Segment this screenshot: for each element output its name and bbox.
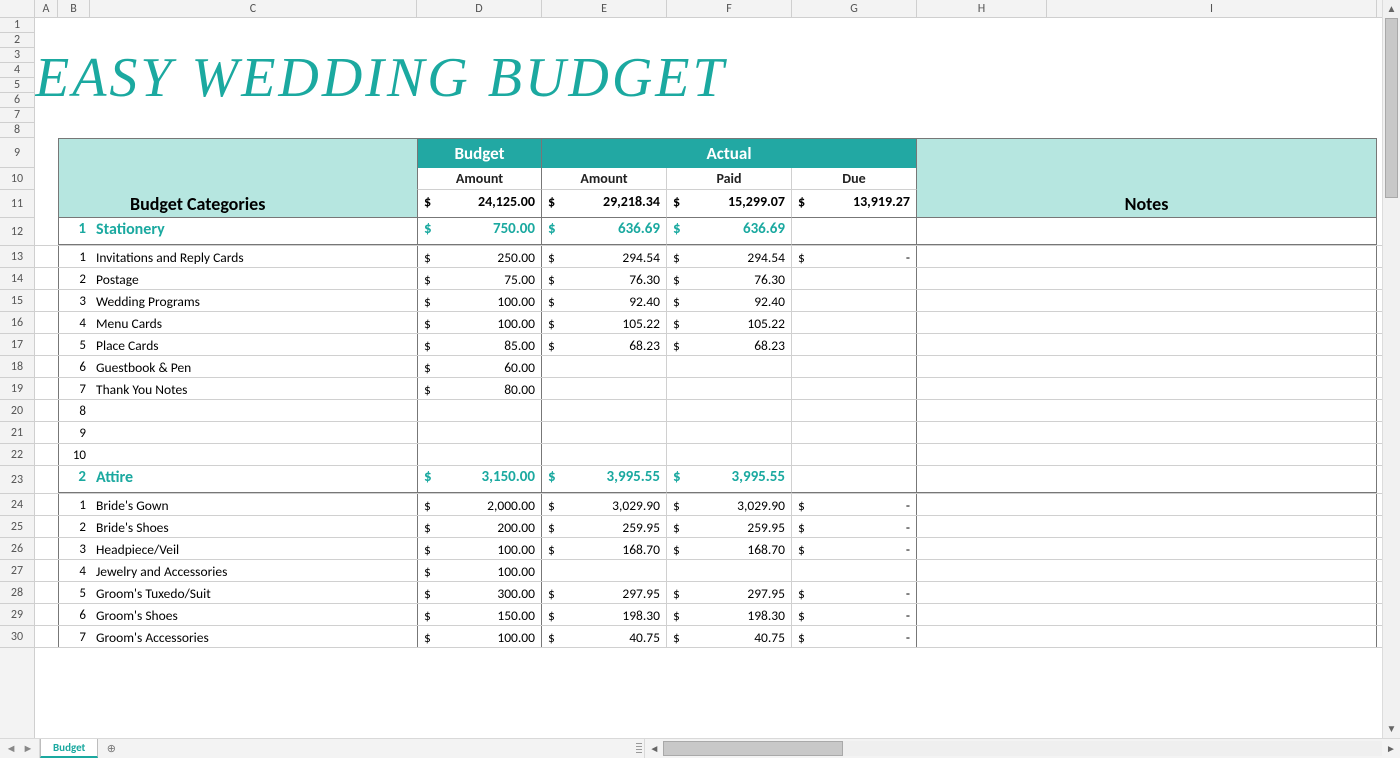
line-item-row[interactable]: 9 <box>35 422 1382 444</box>
col-header-G[interactable]: G <box>792 0 917 17</box>
select-all-corner[interactable] <box>0 0 35 18</box>
line-item-row[interactable]: 6 Groom's Shoes $150.00 $198.30 $198.30 … <box>35 604 1382 626</box>
actual-amount-header: Amount <box>542 168 667 190</box>
row-header-18[interactable]: 18 <box>0 356 34 378</box>
tab-nav-next-icon[interactable]: ► <box>23 742 34 755</box>
line-item-row[interactable]: 6 Guestbook & Pen $60.00 <box>35 356 1382 378</box>
horizontal-scrollbar[interactable]: ◄ ► <box>644 739 1400 758</box>
row-header-29[interactable]: 29 <box>0 604 34 626</box>
row-header-9[interactable]: 9 <box>0 138 34 168</box>
tab-nav-prev-icon[interactable]: ◄ <box>6 742 17 755</box>
actual-paid-header: Paid <box>667 168 792 190</box>
row-header-12[interactable]: 12 <box>0 218 34 246</box>
column-headers: A B C D E F G H I J <box>35 0 1382 18</box>
line-item-row[interactable]: 7 Thank You Notes $80.00 <box>35 378 1382 400</box>
spreadsheet-app: A B C D E F G H I J 12345678910111213141… <box>0 0 1400 758</box>
actual-due-header: Due <box>792 168 917 190</box>
row-header-11[interactable]: 11 <box>0 190 34 218</box>
row-header-20[interactable]: 20 <box>0 400 34 422</box>
data-rows: 1 Stationery $750.00 $636.69 $636.69 1 I… <box>35 218 1382 648</box>
row-header-21[interactable]: 21 <box>0 422 34 444</box>
col-header-C[interactable]: C <box>90 0 417 17</box>
sheet-tab-budget[interactable]: Budget <box>40 739 98 758</box>
tab-split-handle[interactable] <box>636 743 642 755</box>
row-header-5[interactable]: 5 <box>0 78 34 93</box>
line-item-row[interactable]: 8 <box>35 400 1382 422</box>
row-header-17[interactable]: 17 <box>0 334 34 356</box>
line-item-row[interactable]: 5 Groom's Tuxedo/Suit $300.00 $297.95 $2… <box>35 582 1382 604</box>
row-header-15[interactable]: 15 <box>0 290 34 312</box>
tab-nav[interactable]: ◄ ► <box>0 739 40 758</box>
row-header-26[interactable]: 26 <box>0 538 34 560</box>
scroll-up-button[interactable]: ▲ <box>1383 0 1400 18</box>
row-header-27[interactable]: 27 <box>0 560 34 582</box>
scroll-right-button[interactable]: ► <box>1382 739 1400 758</box>
col-header-F[interactable]: F <box>667 0 792 17</box>
col-header-A[interactable]: A <box>35 0 58 17</box>
col-header-I[interactable]: I <box>1047 0 1377 17</box>
category-row[interactable]: 1 Stationery $750.00 $636.69 $636.69 <box>35 218 1382 246</box>
line-item-row[interactable]: 2 Bride's Shoes $200.00 $259.95 $259.95 … <box>35 516 1382 538</box>
total-due: 13,919.27 <box>853 193 910 210</box>
actual-column-header: Actual <box>542 138 917 168</box>
row-header-24[interactable]: 24 <box>0 494 34 516</box>
row-header-16[interactable]: 16 <box>0 312 34 334</box>
budget-amount-header: Amount <box>417 168 542 190</box>
line-item-row[interactable]: 5 Place Cards $85.00 $68.23 $68.23 <box>35 334 1382 356</box>
notes-label: Notes <box>917 190 1377 218</box>
row-header-7[interactable]: 7 <box>0 108 34 123</box>
title-row: EASY WEDDING BUDGET <box>35 18 1382 138</box>
col-header-D[interactable]: D <box>417 0 542 17</box>
row-header-13[interactable]: 13 <box>0 246 34 268</box>
col-header-H[interactable]: H <box>917 0 1047 17</box>
line-item-row[interactable]: 1 Bride's Gown $2,000.00 $3,029.90 $3,02… <box>35 494 1382 516</box>
scroll-down-button[interactable]: ▼ <box>1383 720 1400 738</box>
sheet-body: EASY WEDDING BUDGET Budget Actual <box>35 18 1382 738</box>
line-item-row[interactable]: 3 Wedding Programs $100.00 $92.40 $92.40 <box>35 290 1382 312</box>
row-header-8[interactable]: 8 <box>0 123 34 138</box>
row-header-6[interactable]: 6 <box>0 93 34 108</box>
total-actual-amount: 29,218.34 <box>603 193 660 210</box>
row-header-25[interactable]: 25 <box>0 516 34 538</box>
scroll-left-button[interactable]: ◄ <box>645 739 663 758</box>
add-sheet-button[interactable]: ⊕ <box>98 739 124 758</box>
line-item-row[interactable]: 3 Headpiece/Veil $100.00 $168.70 $168.70… <box>35 538 1382 560</box>
document-title: EASY WEDDING BUDGET <box>35 46 727 110</box>
line-item-row[interactable]: 2 Postage $75.00 $76.30 $76.30 <box>35 268 1382 290</box>
line-item-row[interactable]: 4 Jewelry and Accessories $100.00 <box>35 560 1382 582</box>
row-header-23[interactable]: 23 <box>0 466 34 494</box>
row-header-19[interactable]: 19 <box>0 378 34 400</box>
total-budget: 24,125.00 <box>478 193 535 210</box>
vertical-scrollbar[interactable]: ▲ ▼ <box>1382 0 1400 738</box>
line-item-row[interactable]: 7 Groom's Accessories $100.00 $40.75 $40… <box>35 626 1382 648</box>
col-header-E[interactable]: E <box>542 0 667 17</box>
row-header-4[interactable]: 4 <box>0 63 34 78</box>
row-header-3[interactable]: 3 <box>0 48 34 63</box>
row-header-1[interactable]: 1 <box>0 18 34 33</box>
sheet-tab-bar: ◄ ► Budget ⊕ ◄ ► <box>0 738 1400 758</box>
budget-column-header: Budget <box>417 138 542 168</box>
row-header-10[interactable]: 10 <box>0 168 34 190</box>
line-item-row[interactable]: 10 <box>35 444 1382 466</box>
line-item-row[interactable]: 1 Invitations and Reply Cards $250.00 $2… <box>35 246 1382 268</box>
row-header-28[interactable]: 28 <box>0 582 34 604</box>
header-block: Budget Actual Amount Amount Paid Due <box>35 138 1382 218</box>
budget-categories-label: Budget Categories <box>90 190 417 218</box>
row-header-2[interactable]: 2 <box>0 33 34 48</box>
col-header-B[interactable]: B <box>58 0 90 17</box>
row-header-14[interactable]: 14 <box>0 268 34 290</box>
total-paid: 15,299.07 <box>728 193 785 210</box>
horizontal-scroll-thumb[interactable] <box>663 741 843 756</box>
vertical-scroll-thumb[interactable] <box>1385 18 1398 198</box>
line-item-row[interactable]: 4 Menu Cards $100.00 $105.22 $105.22 <box>35 312 1382 334</box>
row-header-22[interactable]: 22 <box>0 444 34 466</box>
row-header-30[interactable]: 30 <box>0 626 34 648</box>
row-headers: 1234567891011121314151617181920212223242… <box>0 18 35 738</box>
category-row[interactable]: 2 Attire $3,150.00 $3,995.55 $3,995.55 <box>35 466 1382 494</box>
